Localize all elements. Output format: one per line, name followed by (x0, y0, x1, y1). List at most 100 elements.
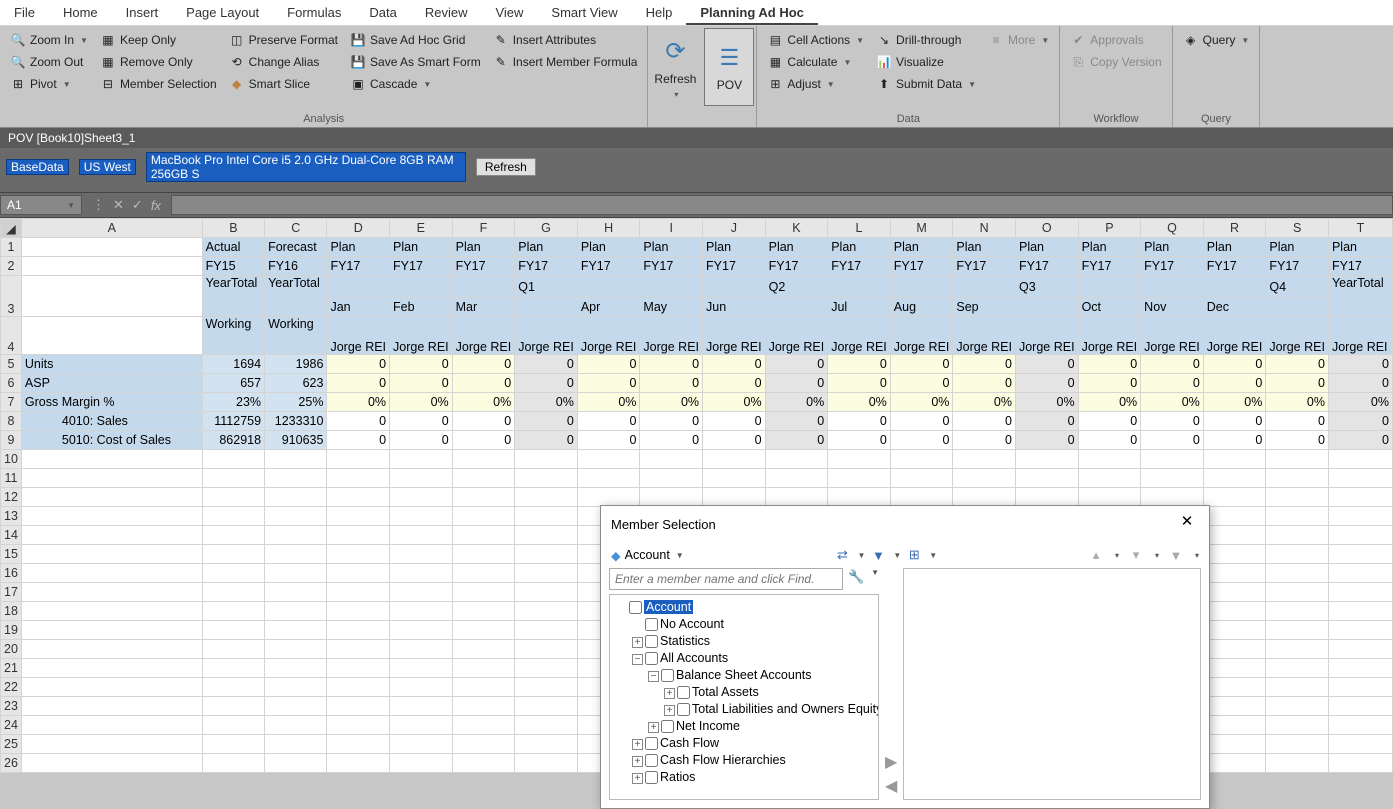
pivot-button[interactable]: ⊞Pivot▼ (6, 74, 92, 94)
col-header[interactable]: E (390, 219, 453, 238)
cell[interactable]: Plan (1141, 238, 1204, 257)
cell[interactable]: 0 (327, 355, 390, 374)
copy-version-button[interactable]: ⎘Copy Version (1066, 52, 1165, 72)
find-icon[interactable]: 🔧 (847, 568, 865, 586)
expand-toggle[interactable]: + (632, 739, 643, 750)
member-selection-button[interactable]: ⊟Member Selection (96, 74, 221, 94)
zoom-in-button[interactable]: 🔍Zoom In▼ (6, 30, 92, 50)
cell[interactable]: Jorge REI (327, 317, 390, 355)
cell[interactable] (1328, 507, 1392, 526)
member-search-input[interactable] (609, 568, 843, 590)
cell[interactable] (1266, 678, 1329, 697)
row-header[interactable]: 17 (1, 583, 22, 602)
cell[interactable]: Plan (953, 238, 1016, 257)
move-up-icon[interactable]: ▴ (1087, 546, 1105, 564)
cell[interactable]: Plan (640, 238, 703, 257)
cell[interactable]: 0 (953, 412, 1016, 431)
cell[interactable]: Plan (577, 238, 640, 257)
menu-data[interactable]: Data (355, 0, 410, 25)
cell[interactable] (452, 678, 515, 697)
row-header[interactable]: 8 (1, 412, 22, 431)
cell[interactable] (1266, 526, 1329, 545)
cell[interactable] (515, 754, 578, 773)
save-smart-form-button[interactable]: 💾Save As Smart Form (346, 52, 485, 72)
cell[interactable] (202, 507, 264, 526)
cell[interactable] (452, 507, 515, 526)
tree-checkbox[interactable] (629, 601, 642, 614)
cell[interactable] (1203, 716, 1266, 735)
cell[interactable] (1266, 583, 1329, 602)
cell[interactable] (452, 545, 515, 564)
cell[interactable] (765, 298, 828, 317)
cell[interactable] (1266, 640, 1329, 659)
cell[interactable]: ASP (21, 374, 202, 393)
cell[interactable] (1266, 298, 1329, 317)
cell[interactable] (1078, 450, 1141, 469)
cell[interactable] (1015, 469, 1078, 488)
cell[interactable] (1266, 659, 1329, 678)
cell[interactable]: Jun (703, 298, 766, 317)
col-header[interactable]: O (1015, 219, 1078, 238)
expand-toggle[interactable]: + (632, 773, 643, 784)
cell[interactable] (1328, 469, 1392, 488)
menu-page-layout[interactable]: Page Layout (172, 0, 273, 25)
cell[interactable]: 0 (390, 431, 453, 450)
cancel-formula-icon[interactable]: ✕ (113, 197, 124, 213)
cell[interactable] (452, 621, 515, 640)
col-header[interactable]: K (765, 219, 828, 238)
cell[interactable] (1141, 469, 1204, 488)
cell[interactable] (21, 678, 202, 697)
cell[interactable]: 0% (1078, 393, 1141, 412)
cell[interactable]: Actual (202, 238, 264, 257)
cell[interactable] (1266, 697, 1329, 716)
cell[interactable]: 0 (890, 374, 953, 393)
query-button[interactable]: ◈Query▼ (1179, 30, 1254, 50)
cell[interactable] (265, 526, 327, 545)
cell[interactable]: 0 (327, 412, 390, 431)
cell[interactable]: 0 (640, 431, 703, 450)
cell[interactable] (327, 735, 390, 754)
cell[interactable] (390, 526, 453, 545)
menu-file[interactable]: File (0, 0, 49, 25)
cell[interactable]: FY17 (640, 257, 703, 276)
cell[interactable]: 5010: Cost of Sales (21, 431, 202, 450)
insert-attributes-button[interactable]: ✎Insert Attributes (489, 30, 642, 50)
cell[interactable] (390, 754, 453, 773)
close-button[interactable]: ✕ (1175, 512, 1199, 536)
cell[interactable]: Plan (1328, 238, 1392, 257)
cell[interactable] (953, 276, 1016, 298)
cell[interactable] (515, 564, 578, 583)
cell[interactable]: 0 (828, 374, 891, 393)
cell[interactable] (327, 583, 390, 602)
cell[interactable] (1328, 564, 1392, 583)
cell[interactable] (21, 735, 202, 754)
refresh-button[interactable]: ⟳Refresh▾ (650, 28, 700, 106)
row-header[interactable]: 5 (1, 355, 22, 374)
cell[interactable]: 0 (640, 412, 703, 431)
cell[interactable] (1203, 659, 1266, 678)
view-icon[interactable]: ⇄ (833, 546, 851, 564)
cell[interactable] (327, 659, 390, 678)
cell[interactable]: 0% (1015, 393, 1078, 412)
cell[interactable]: 0 (515, 355, 578, 374)
cell[interactable] (452, 450, 515, 469)
row-header[interactable]: 21 (1, 659, 22, 678)
cell[interactable]: 0 (327, 431, 390, 450)
col-header[interactable]: T (1328, 219, 1392, 238)
cell[interactable] (327, 450, 390, 469)
cell[interactable] (1078, 488, 1141, 507)
cell[interactable] (1203, 545, 1266, 564)
cell[interactable] (265, 754, 327, 773)
cell[interactable] (265, 659, 327, 678)
cell[interactable]: 0% (452, 393, 515, 412)
cell[interactable] (265, 488, 327, 507)
cell[interactable]: YearTotal (265, 276, 327, 317)
cell[interactable] (390, 716, 453, 735)
cell[interactable]: Gross Margin % (21, 393, 202, 412)
cell[interactable] (1266, 450, 1329, 469)
col-header[interactable]: S (1266, 219, 1329, 238)
cell[interactable] (1203, 697, 1266, 716)
cell[interactable]: Plan (1266, 238, 1329, 257)
cell[interactable]: 0% (1141, 393, 1204, 412)
cell[interactable] (202, 602, 264, 621)
